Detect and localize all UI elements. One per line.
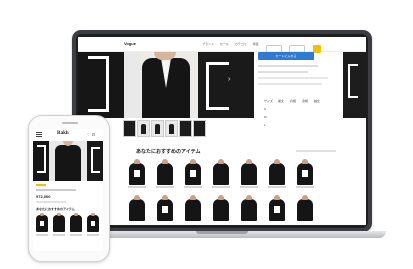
product-card[interactable] — [268, 195, 286, 225]
mobile-logo[interactable]: Rakh — [57, 131, 69, 136]
chevron-right-icon[interactable]: › — [228, 76, 230, 83]
mobile-screen: Rakh ♡ ⊡ ¥72,000 あなたにおすすめのアイテム — [33, 129, 103, 251]
product-card[interactable] — [184, 195, 202, 225]
menu-icon[interactable] — [36, 132, 42, 133]
phone-speaker — [62, 122, 78, 124]
recommended-title: あなたにおすすめのアイテム — [136, 149, 201, 155]
brand-tag — [36, 184, 46, 186]
mobile-product-image[interactable] — [33, 141, 103, 181]
product-card[interactable] — [268, 159, 286, 189]
size-cell: M — [264, 115, 267, 119]
thumbnail[interactable] — [123, 120, 136, 137]
size-cell: S — [264, 107, 267, 111]
mobile-product-card[interactable] — [35, 213, 49, 237]
product-card[interactable] — [212, 159, 230, 189]
thumbnail[interactable] — [193, 120, 206, 137]
nav-item[interactable]: カテゴリ — [235, 42, 247, 46]
info-line — [258, 71, 308, 73]
cart-icon[interactable] — [312, 45, 321, 53]
product-gallery[interactable]: › — [78, 52, 254, 118]
product-name-line — [36, 189, 76, 191]
size-header: サイズ — [264, 99, 273, 103]
size-header: 着丈 — [278, 99, 285, 103]
product-card[interactable] — [240, 195, 258, 225]
product-card[interactable] — [156, 159, 174, 189]
gallery-image-left — [78, 52, 124, 118]
gallery-image-right: › — [198, 52, 254, 118]
mobile-product-card[interactable] — [69, 213, 83, 237]
nav-item[interactable]: ブランド — [202, 42, 214, 46]
nav-item[interactable]: セール — [220, 42, 229, 46]
product-card[interactable] — [128, 159, 146, 189]
product-card[interactable] — [212, 195, 230, 225]
size-header: 袖丈 — [314, 99, 321, 103]
mobile-product-card[interactable] — [52, 213, 66, 237]
mobile-product-card[interactable] — [86, 213, 100, 237]
product-card[interactable] — [184, 159, 202, 189]
mobile-recommended-title: あなたにおすすめのアイテム — [36, 207, 75, 211]
info-line — [36, 201, 66, 203]
nav-item[interactable]: 特集 — [253, 42, 259, 46]
size-cell: L — [264, 123, 266, 127]
main-nav: ブランド セール カテゴリ 特集 — [202, 42, 264, 46]
thumbnail[interactable] — [179, 120, 192, 137]
site-logo[interactable]: Vogue — [124, 41, 136, 46]
thumbnail[interactable] — [165, 120, 178, 137]
product-card[interactable] — [240, 159, 258, 189]
laptop-notch — [196, 231, 248, 234]
mobile-header-icons[interactable]: ♡ ⊡ — [87, 132, 95, 137]
info-line — [258, 65, 318, 67]
product-price: ¥72,000 — [36, 194, 51, 199]
product-card[interactable] — [156, 195, 174, 225]
thumbnail[interactable] — [137, 120, 150, 137]
desktop-screen: Vogue ブランド セール カテゴリ 特集 › カートに入れる サイズ 着丈 — [78, 37, 366, 225]
product-card[interactable] — [296, 159, 314, 189]
size-header: 肩幅 — [290, 99, 297, 103]
site-header: Vogue ブランド セール カテゴリ 特集 — [78, 37, 366, 53]
product-card[interactable] — [128, 195, 146, 225]
recommended-more-link[interactable] — [296, 150, 336, 152]
product-card[interactable] — [296, 195, 314, 225]
info-line — [258, 83, 322, 85]
info-line — [258, 77, 328, 79]
add-to-cart-button[interactable]: カートに入れる — [258, 52, 314, 60]
thumbnail[interactable] — [151, 120, 164, 137]
size-header: 身幅 — [302, 99, 309, 103]
side-preview-image — [343, 52, 366, 118]
